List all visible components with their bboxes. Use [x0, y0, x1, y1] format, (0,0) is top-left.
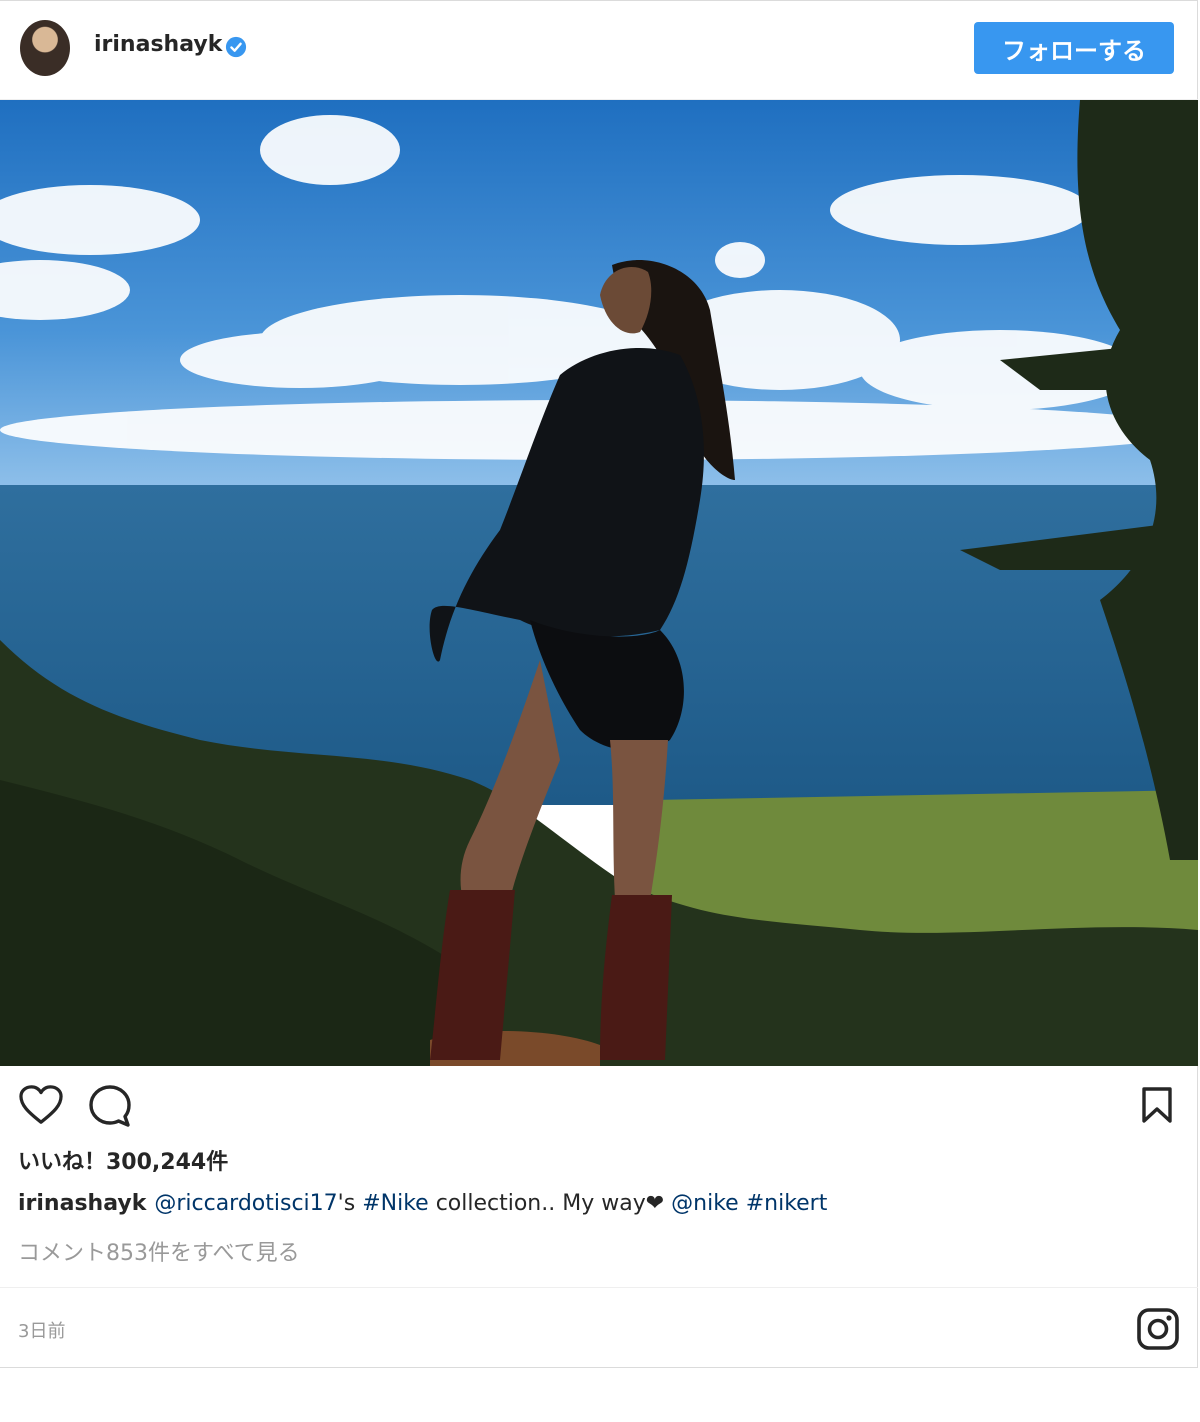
post-photo[interactable]: [0, 100, 1198, 1066]
caption-mention-nike[interactable]: @nike: [671, 1191, 739, 1216]
follow-button[interactable]: フォローする: [974, 22, 1174, 74]
post-photo-image: [0, 100, 1198, 1066]
instagram-post-card: irinashayk フォローする いいね！300,244件 irinashay…: [0, 0, 1198, 1368]
post-footer: [0, 1287, 1198, 1369]
avatar[interactable]: [20, 20, 70, 76]
heart-emoji-icon: ❤: [645, 1191, 665, 1216]
comment-bubble-icon[interactable]: [88, 1084, 132, 1128]
caption-hashtag-nikert[interactable]: #nikert: [746, 1191, 828, 1216]
view-all-comments-link[interactable]: コメント853件をすべて見る: [18, 1235, 300, 1267]
post-header: irinashayk フォローする: [0, 1, 1198, 100]
caption-username[interactable]: irinashayk: [18, 1191, 146, 1216]
caption-text: collection.. My way: [435, 1191, 646, 1216]
heart-outline-icon[interactable]: [18, 1084, 64, 1126]
post-caption: irinashayk @riccardotisci17's #Nike colle…: [18, 1191, 827, 1216]
caption-text: 's: [337, 1191, 356, 1216]
post-actions-bar: [0, 1066, 1198, 1146]
likes-count[interactable]: いいね！300,244件: [18, 1144, 228, 1176]
caption-hashtag-nike[interactable]: #Nike: [362, 1191, 429, 1216]
post-timestamp[interactable]: 3日前: [18, 1317, 65, 1343]
bookmark-icon[interactable]: [1140, 1086, 1174, 1124]
instagram-logo-icon[interactable]: [1136, 1307, 1180, 1351]
caption-mention-riccardotisci17[interactable]: @riccardotisci17: [154, 1191, 337, 1216]
verified-badge-icon: [225, 36, 247, 58]
username-link[interactable]: irinashayk: [94, 32, 222, 57]
